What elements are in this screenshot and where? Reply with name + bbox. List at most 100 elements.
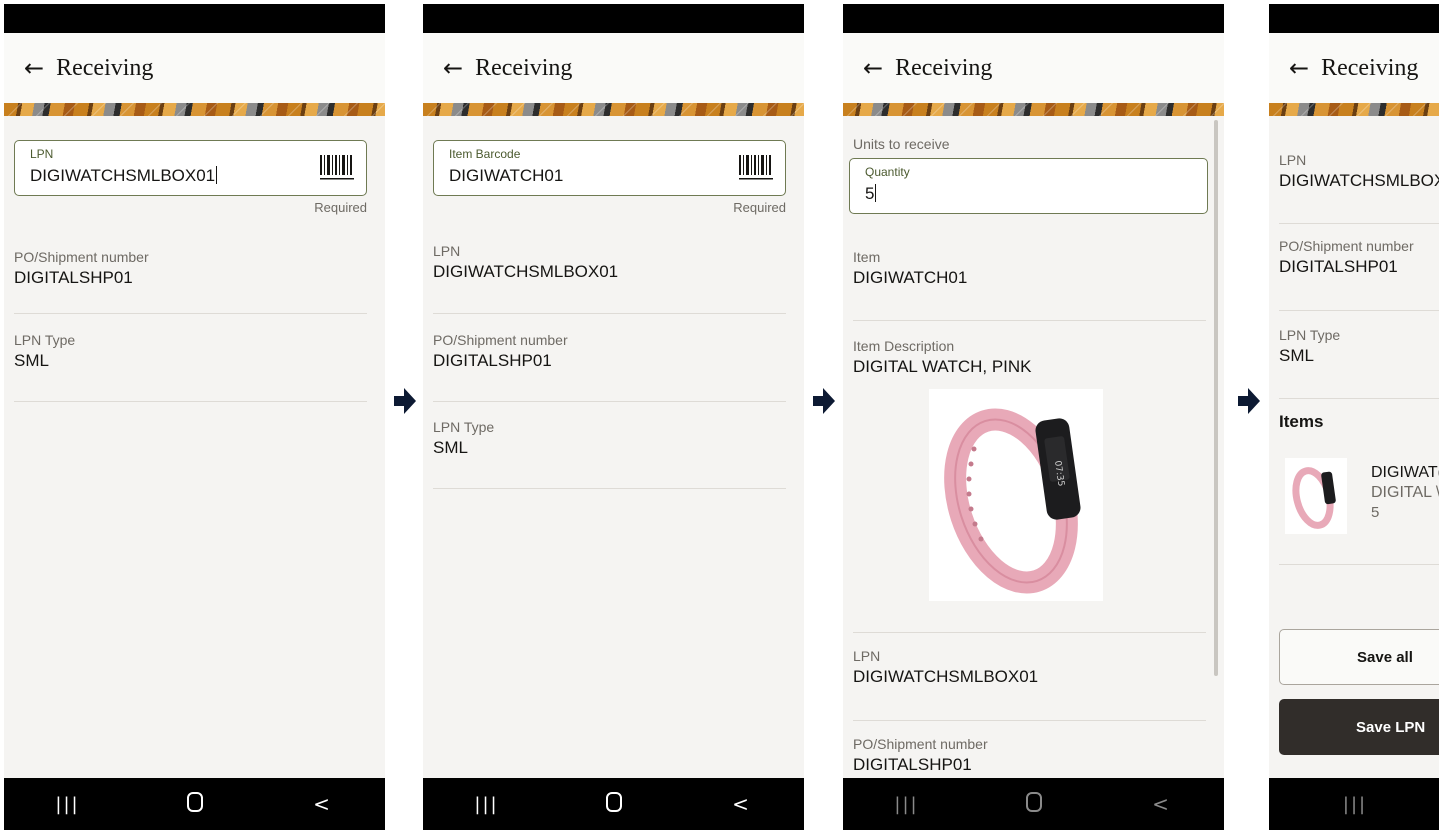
text-caret <box>216 166 218 184</box>
recent-apps-icon[interactable]: ||| <box>48 794 88 815</box>
home-button[interactable] <box>1014 791 1054 817</box>
page-title: Receiving <box>895 54 993 81</box>
divider <box>853 632 1206 633</box>
page-title: Receiving <box>56 54 154 81</box>
barcode-scan-icon[interactable] <box>739 155 773 181</box>
recent-apps-icon[interactable]: ||| <box>887 794 927 815</box>
item-code: DIGIWAT( <box>1371 464 1439 481</box>
lpn-type-label: LPN Type <box>14 332 76 348</box>
lpn-input-label: LPN <box>30 147 54 161</box>
divider <box>433 401 786 402</box>
item-description: DIGITAL \ <box>1371 484 1439 501</box>
item-thumbnail[interactable] <box>1285 458 1347 534</box>
po-shipment-field: PO/Shipment number DIGITALSHP01 <box>853 736 1206 775</box>
lpn-input[interactable]: LPN DIGIWATCHSMLBOX01 <box>14 140 367 196</box>
back-arrow-icon[interactable]: ← <box>443 56 463 80</box>
lpn-type-value: SML <box>433 438 468 457</box>
po-shipment-value: DIGITALSHP01 <box>1279 257 1398 276</box>
scrollbar[interactable] <box>1214 120 1218 676</box>
page-title: Receiving <box>1321 54 1419 81</box>
back-nav-icon[interactable]: < <box>1141 792 1181 816</box>
barcode-scan-icon[interactable] <box>320 155 354 181</box>
po-shipment-label: PO/Shipment number <box>853 736 988 752</box>
home-button[interactable] <box>175 791 215 817</box>
screen-quantity-entry: ← Receiving Units to receive Quantity 5 … <box>843 4 1224 830</box>
status-bar <box>843 4 1224 33</box>
required-hint: Required <box>733 200 786 215</box>
lpn-field: LPN DIGIWATCHSMLBOX01 <box>853 648 1206 687</box>
back-nav-icon[interactable]: < <box>302 792 342 816</box>
save-all-button[interactable]: Save all <box>1279 629 1439 685</box>
item-description-value: DIGITAL WATCH, PINK <box>853 357 1032 376</box>
lpn-type-label: LPN Type <box>1279 327 1341 343</box>
divider <box>14 313 367 314</box>
lpn-type-field: LPN Type SML <box>433 419 786 458</box>
recent-apps-icon[interactable]: ||| <box>467 794 507 815</box>
back-nav-icon[interactable]: < <box>721 792 761 816</box>
decorative-banner <box>423 103 804 116</box>
lpn-label: LPN <box>853 648 881 664</box>
lpn-label: LPN <box>433 243 461 259</box>
text-caret <box>875 184 877 202</box>
divider <box>433 313 786 314</box>
po-shipment-value: DIGITALSHP01 <box>14 268 133 287</box>
divider <box>853 320 1206 321</box>
back-arrow-icon[interactable]: ← <box>24 56 44 80</box>
content-area: LPN DIGIWATCHSMLBOX( PO/Shipment number … <box>1269 116 1439 778</box>
decorative-banner <box>4 103 385 116</box>
save-lpn-button[interactable]: Save LPN <box>1279 699 1439 755</box>
item-barcode-label: Item Barcode <box>449 147 521 161</box>
back-arrow-icon[interactable]: ← <box>863 56 883 80</box>
item-field: Item DIGIWATCH01 <box>853 249 1206 288</box>
po-shipment-label: PO/Shipment number <box>1279 238 1414 254</box>
item-description-label: Item Description <box>853 338 955 354</box>
home-icon <box>186 791 203 812</box>
lpn-field: LPN DIGIWATCHSMLBOX( <box>1279 152 1439 191</box>
lpn-type-field: LPN Type SML <box>1279 327 1439 366</box>
po-shipment-field: PO/Shipment number DIGITALSHP01 <box>1279 238 1439 277</box>
screen-lpn-summary: ← Receiving LPN DIGIWATCHSMLBOX( PO/Ship… <box>1269 4 1439 830</box>
android-nav-bar: ||| <box>1269 778 1439 830</box>
content-area: Units to receive Quantity 5 Item DIGIWAT… <box>843 116 1224 778</box>
content-area: LPN DIGIWATCHSMLBOX01 Required PO/Shipme… <box>4 116 385 778</box>
product-image: 07:35 <box>929 389 1103 601</box>
page-title: Receiving <box>475 54 573 81</box>
lpn-field: LPN DIGIWATCHSMLBOX01 <box>433 243 786 282</box>
po-shipment-label: PO/Shipment number <box>433 332 568 348</box>
lpn-type-value: SML <box>14 351 49 370</box>
divider <box>433 488 786 489</box>
home-button[interactable] <box>594 791 634 817</box>
quantity-input[interactable]: Quantity 5 <box>849 158 1208 214</box>
quantity-label: Quantity <box>865 165 910 179</box>
item-barcode-input[interactable]: Item Barcode DIGIWATCH01 <box>433 140 786 196</box>
lpn-value: DIGIWATCHSMLBOX( <box>1279 171 1439 190</box>
po-shipment-value: DIGITALSHP01 <box>433 351 552 370</box>
recent-apps-icon[interactable]: ||| <box>1335 794 1375 815</box>
required-hint: Required <box>314 200 367 215</box>
flow-arrow-icon <box>1238 388 1260 414</box>
screen-lpn-entry: ← Receiving LPN DIGIWATCHSMLBOX01 Requir… <box>4 4 385 830</box>
lpn-value: DIGIWATCHSMLBOX01 <box>433 262 619 281</box>
divider <box>14 401 367 402</box>
decorative-banner <box>843 103 1224 116</box>
android-nav-bar: ||| < <box>843 778 1224 830</box>
app-header: ← Receiving <box>843 33 1224 103</box>
lpn-type-field: LPN Type SML <box>14 332 367 371</box>
po-shipment-field: PO/Shipment number DIGITALSHP01 <box>14 249 367 288</box>
divider <box>1279 564 1439 565</box>
item-barcode-value: DIGIWATCH01 <box>449 166 564 185</box>
flow-arrow-icon <box>394 388 416 414</box>
item-label: Item <box>853 249 881 265</box>
back-arrow-icon[interactable]: ← <box>1289 56 1309 80</box>
android-nav-bar: ||| < <box>423 778 804 830</box>
app-header: ← Receiving <box>423 33 804 103</box>
item-card[interactable]: DIGIWAT( DIGITAL \ 5 <box>1371 464 1439 521</box>
app-header: ← Receiving <box>1269 33 1439 103</box>
item-description-field: Item Description DIGITAL WATCH, PINK <box>853 338 1206 377</box>
divider <box>1279 310 1439 311</box>
home-icon <box>1025 791 1042 812</box>
status-bar <box>4 4 385 33</box>
status-bar <box>1269 4 1439 33</box>
lpn-type-label: LPN Type <box>433 419 495 435</box>
item-value: DIGIWATCH01 <box>853 268 968 287</box>
